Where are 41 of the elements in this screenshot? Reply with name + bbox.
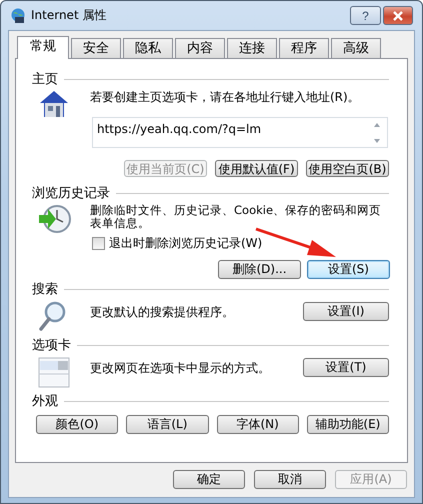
description-text: 更改网页在选项卡中显示的方式。 [90,360,271,376]
url-field[interactable]: https://yeah.qq.com/?q=lm [92,117,388,148]
button[interactable]: 使用默认值(F) [215,160,298,177]
help-button[interactable]: ? [350,6,381,25]
button[interactable]: 取消 [254,470,326,489]
section-title: 主页 [32,71,58,88]
section-title: 浏览历史记录 [32,185,110,202]
tab[interactable]: 隐私 [123,38,173,58]
globe-icon [10,8,26,24]
button[interactable]: 设置(S) [307,260,390,279]
clock-icon [38,203,72,235]
description-text: 更改默认的搜索提供程序。 [90,304,235,320]
button[interactable]: 字体(N) [216,415,299,434]
section-title: 选项卡 [32,337,71,354]
button[interactable]: 设置(T) [303,358,389,377]
close-icon [392,10,404,20]
scroll-arrows-icon [373,120,381,144]
tab[interactable]: 安全 [71,38,121,58]
section-title: 外观 [32,393,58,410]
magnifier-icon [38,301,68,332]
button[interactable]: 辅助功能(E) [306,415,389,434]
tab[interactable]: 程序 [279,38,329,58]
button[interactable]: 语言(L) [126,415,208,434]
description-text: 删除临时文件、历史记录、Cookie、保存的密码和网页表单信息。 [90,204,382,230]
button[interactable]: 设置(I) [303,302,389,321]
tab[interactable]: 连接 [227,38,277,58]
button[interactable]: 删除(D)... [218,260,301,279]
close-button[interactable] [383,6,413,25]
checkbox-label: 退出时删除浏览历史记录(W) [109,234,262,252]
tab[interactable]: 常规 [17,36,69,59]
description-text: 若要创建主页选项卡，请在各地址行键入地址(R)。 [90,89,361,105]
house-icon [38,89,70,119]
window-title: Internet 属性 [31,7,108,24]
tabs-window-icon [38,357,70,388]
section-title: 搜索 [32,281,58,298]
button[interactable]: 使用空白页(B) [306,160,389,177]
tab[interactable]: 高级 [331,38,381,58]
button[interactable]: 确定 [173,470,245,489]
button[interactable]: 颜色(O) [36,415,118,434]
checkbox[interactable] [92,236,105,250]
tab[interactable]: 内容 [175,38,225,58]
